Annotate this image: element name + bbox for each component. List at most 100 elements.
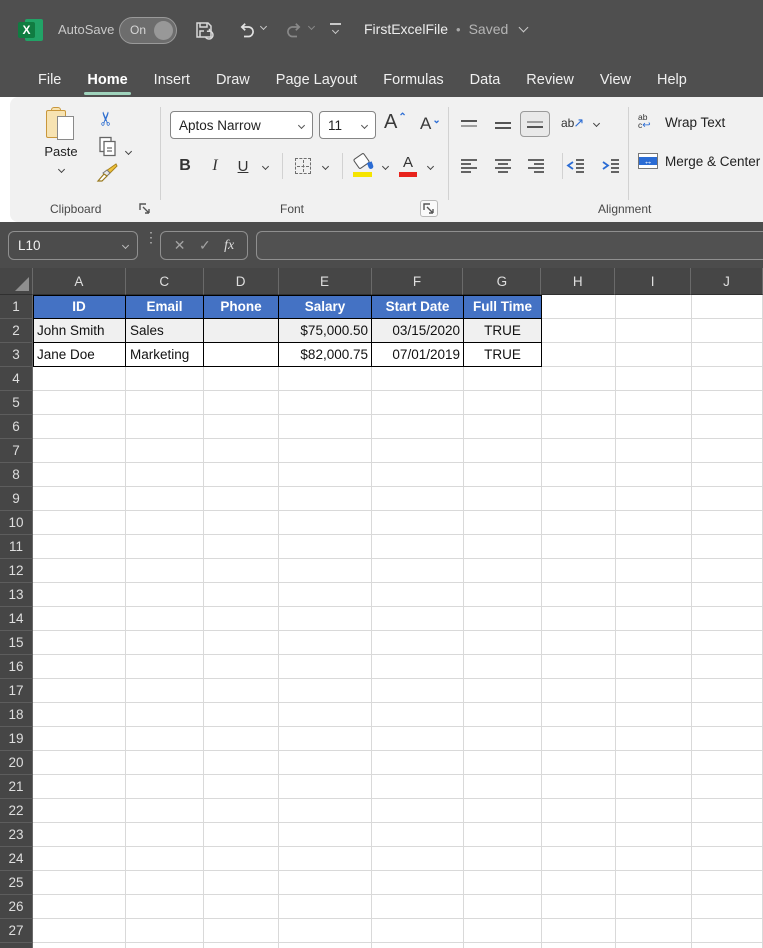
cell-J26[interactable] — [692, 895, 763, 919]
row-header-9[interactable]: 9 — [0, 487, 33, 511]
cell-F10[interactable] — [372, 511, 464, 535]
cell-E18[interactable] — [279, 703, 372, 727]
align-top-button[interactable] — [454, 113, 484, 139]
cell-G11[interactable] — [464, 535, 542, 559]
cell-G28[interactable] — [464, 943, 542, 948]
cell-E8[interactable] — [279, 463, 372, 487]
cell-G6[interactable] — [464, 415, 542, 439]
cell-J14[interactable] — [692, 607, 763, 631]
cell-G20[interactable] — [464, 751, 542, 775]
row-header-11[interactable]: 11 — [0, 535, 33, 559]
row-header-7[interactable]: 7 — [0, 439, 33, 463]
font-color-button[interactable]: A — [395, 152, 421, 180]
cell-G2[interactable]: TRUE — [464, 319, 542, 343]
cell-H8[interactable] — [542, 463, 616, 487]
cell-E19[interactable] — [279, 727, 372, 751]
cell-G23[interactable] — [464, 823, 542, 847]
formula-bar-resize-handle[interactable]: ⋮ — [144, 234, 150, 241]
cell-G21[interactable] — [464, 775, 542, 799]
cell-I26[interactable] — [616, 895, 692, 919]
cell-D8[interactable] — [204, 463, 279, 487]
paste-button[interactable]: Paste — [37, 107, 85, 195]
cell-J2[interactable] — [692, 319, 763, 343]
autosave-toggle[interactable]: On — [119, 17, 177, 44]
fill-color-dropdown-chevron[interactable] — [382, 162, 389, 169]
cell-I10[interactable] — [616, 511, 692, 535]
title-dropdown-chevron[interactable] — [519, 23, 529, 33]
column-header-D[interactable]: D — [204, 268, 279, 295]
cell-F17[interactable] — [372, 679, 464, 703]
cell-E14[interactable] — [279, 607, 372, 631]
cell-I21[interactable] — [616, 775, 692, 799]
cell-F9[interactable] — [372, 487, 464, 511]
cell-E1[interactable]: Salary — [279, 295, 372, 319]
cell-A26[interactable] — [33, 895, 126, 919]
row-header-26[interactable]: 26 — [0, 895, 33, 919]
cell-C22[interactable] — [126, 799, 204, 823]
cell-F2[interactable]: 03/15/2020 — [372, 319, 464, 343]
tab-insert[interactable]: Insert — [141, 62, 203, 97]
cell-A3[interactable]: Jane Doe — [33, 343, 126, 367]
cell-H1[interactable] — [542, 295, 616, 319]
cell-F8[interactable] — [372, 463, 464, 487]
cell-H2[interactable] — [542, 319, 616, 343]
quick-access-toolbar-icon[interactable] — [327, 21, 343, 37]
tab-review[interactable]: Review — [513, 62, 587, 97]
cell-H26[interactable] — [542, 895, 616, 919]
cell-G7[interactable] — [464, 439, 542, 463]
cell-E25[interactable] — [279, 871, 372, 895]
borders-dropdown-chevron[interactable] — [322, 162, 329, 169]
cell-H18[interactable] — [542, 703, 616, 727]
cell-E13[interactable] — [279, 583, 372, 607]
cell-E21[interactable] — [279, 775, 372, 799]
cell-J6[interactable] — [692, 415, 763, 439]
cell-G26[interactable] — [464, 895, 542, 919]
cell-G1[interactable]: Full Time — [464, 295, 542, 319]
cell-G15[interactable] — [464, 631, 542, 655]
row-header-1[interactable]: 1 — [0, 295, 33, 319]
row-header-21[interactable]: 21 — [0, 775, 33, 799]
cell-F28[interactable] — [372, 943, 464, 948]
cell-A14[interactable] — [33, 607, 126, 631]
cell-F6[interactable] — [372, 415, 464, 439]
cell-F12[interactable] — [372, 559, 464, 583]
cell-D14[interactable] — [204, 607, 279, 631]
name-box[interactable]: L10 — [8, 231, 138, 260]
cell-F3[interactable]: 07/01/2019 — [372, 343, 464, 367]
cell-H12[interactable] — [542, 559, 616, 583]
cell-F1[interactable]: Start Date — [372, 295, 464, 319]
cell-H16[interactable] — [542, 655, 616, 679]
cell-H14[interactable] — [542, 607, 616, 631]
cell-H15[interactable] — [542, 631, 616, 655]
cell-I18[interactable] — [616, 703, 692, 727]
cell-H5[interactable] — [542, 391, 616, 415]
cell-G9[interactable] — [464, 487, 542, 511]
cell-G18[interactable] — [464, 703, 542, 727]
cell-D22[interactable] — [204, 799, 279, 823]
cell-G19[interactable] — [464, 727, 542, 751]
column-header-G[interactable]: G — [463, 268, 541, 295]
font-color-dropdown-chevron[interactable] — [427, 162, 434, 169]
cell-C21[interactable] — [126, 775, 204, 799]
undo-icon[interactable] — [235, 18, 259, 42]
cell-C28[interactable] — [126, 943, 204, 948]
cell-A4[interactable] — [33, 367, 126, 391]
cell-F19[interactable] — [372, 727, 464, 751]
redo-icon[interactable] — [282, 18, 306, 42]
cell-A16[interactable] — [33, 655, 126, 679]
font-size-select[interactable]: 11 — [319, 111, 376, 139]
cell-H25[interactable] — [542, 871, 616, 895]
document-title[interactable]: FirstExcelFile • Saved — [364, 21, 527, 37]
cell-G8[interactable] — [464, 463, 542, 487]
cell-H19[interactable] — [542, 727, 616, 751]
cell-H23[interactable] — [542, 823, 616, 847]
cell-I7[interactable] — [616, 439, 692, 463]
fill-color-button[interactable] — [350, 152, 376, 180]
cell-H21[interactable] — [542, 775, 616, 799]
cell-C3[interactable]: Marketing — [126, 343, 204, 367]
cell-J27[interactable] — [692, 919, 763, 943]
cell-D15[interactable] — [204, 631, 279, 655]
cell-A28[interactable] — [33, 943, 126, 948]
cell-J11[interactable] — [692, 535, 763, 559]
row-header-28[interactable]: 28 — [0, 943, 33, 948]
